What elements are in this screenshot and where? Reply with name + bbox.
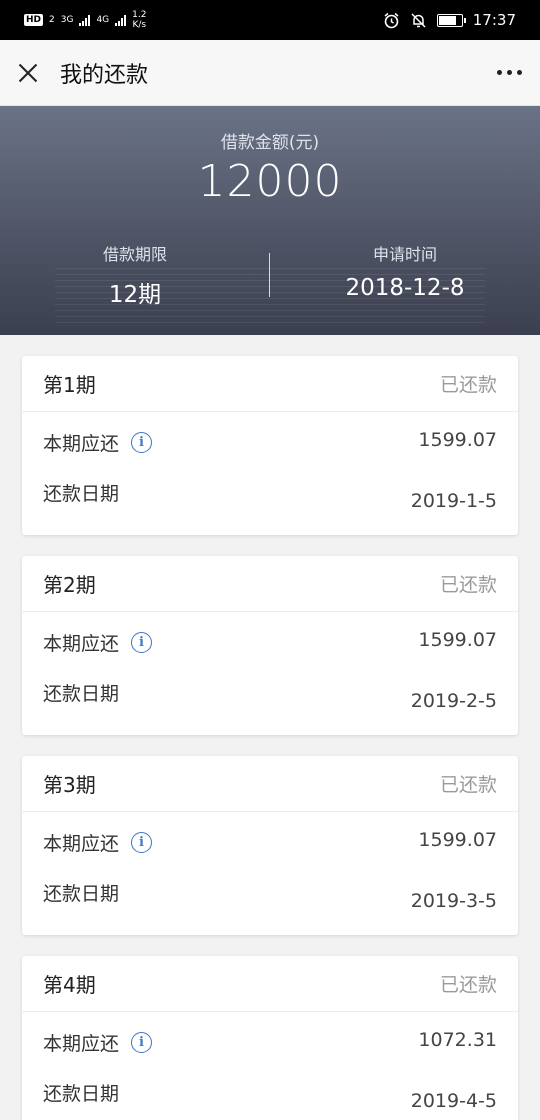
apply-date-label: 申请时间 bbox=[372, 245, 437, 264]
nav-bar: 我的还款 bbox=[0, 40, 540, 106]
card-header: 第3期 已还款 bbox=[22, 756, 518, 812]
repay-date: 2019-2-5 bbox=[410, 690, 497, 712]
period-label: 第4期 bbox=[43, 973, 96, 997]
loan-summary: 借款金额(元) 12000 借款期限 12期 申请时间 2018-12-8 bbox=[0, 106, 540, 335]
date-row: 还款日期 2019-2-5 bbox=[43, 680, 497, 713]
due-amount: 1072.31 bbox=[418, 1029, 497, 1051]
card-header: 第1期 已还款 bbox=[22, 356, 518, 412]
card-header: 第4期 已还款 bbox=[22, 956, 518, 1012]
installment-list: 第1期 已还款 本期应还 i 1599.07 还款日期 2019-1-5 第2期 … bbox=[0, 335, 540, 1120]
battery-icon bbox=[436, 13, 466, 27]
due-row: 本期应还 i 1599.07 bbox=[43, 829, 497, 856]
card-body: 本期应还 i 1599.07 还款日期 2019-3-5 bbox=[22, 812, 518, 934]
card-body: 本期应还 i 1599.07 还款日期 2019-1-5 bbox=[22, 412, 518, 534]
signal-icon bbox=[79, 14, 91, 26]
loan-stats: 借款期限 12期 申请时间 2018-12-8 bbox=[0, 241, 540, 309]
status-badge: 已还款 bbox=[439, 574, 497, 596]
due-row: 本期应还 i 1599.07 bbox=[43, 429, 497, 456]
status-bar: HD 2 3G 4G 1.2 K/s 17:37 bbox=[0, 0, 540, 40]
due-amount: 1599.07 bbox=[418, 829, 497, 851]
status-badge: 已还款 bbox=[439, 374, 497, 396]
due-row: 本期应还 i 1599.07 bbox=[43, 629, 497, 656]
battery-fill bbox=[438, 15, 456, 25]
repay-date-label: 还款日期 bbox=[43, 482, 120, 505]
date-row: 还款日期 2019-4-5 bbox=[43, 1080, 497, 1113]
bell-off-icon bbox=[411, 12, 426, 28]
installment-card[interactable]: 第3期 已还款 本期应还 i 1599.07 还款日期 2019-3-5 bbox=[22, 756, 518, 935]
term-label: 借款期限 bbox=[102, 245, 167, 264]
due-label-text: 本期应还 bbox=[43, 633, 120, 655]
status-time: 17:37 bbox=[472, 11, 516, 29]
period-label: 第2期 bbox=[43, 573, 96, 597]
due-label: 本期应还 i bbox=[43, 1029, 153, 1056]
info-icon[interactable]: i bbox=[131, 1032, 153, 1053]
term-stat: 借款期限 12期 bbox=[0, 241, 270, 309]
network-speed: 1.2 K/s bbox=[132, 10, 146, 30]
repay-date: 2019-3-5 bbox=[410, 890, 497, 912]
repay-date-label: 还款日期 bbox=[43, 682, 120, 705]
signal-icon bbox=[115, 14, 127, 26]
alarm-icon bbox=[384, 12, 399, 28]
status-left: HD 2 3G 4G 1.2 K/s bbox=[24, 10, 146, 30]
period-label: 第1期 bbox=[43, 373, 96, 397]
due-label: 本期应还 i bbox=[43, 629, 153, 656]
due-row: 本期应还 i 1072.31 bbox=[43, 1029, 497, 1056]
status-right: 17:37 bbox=[383, 11, 516, 29]
due-label-text: 本期应还 bbox=[43, 433, 120, 455]
due-label-text: 本期应还 bbox=[43, 1033, 120, 1055]
info-icon[interactable]: i bbox=[131, 832, 153, 853]
loan-amount: 12000 bbox=[197, 156, 343, 207]
network-3g-label: 3G bbox=[60, 15, 74, 25]
date-row: 还款日期 2019-1-5 bbox=[43, 480, 497, 513]
card-body: 本期应还 i 1599.07 还款日期 2019-2-5 bbox=[22, 612, 518, 734]
repay-date: 2019-4-5 bbox=[410, 1090, 497, 1112]
installment-card[interactable]: 第4期 已还款 本期应还 i 1072.31 还款日期 2019-4-5 bbox=[22, 956, 518, 1120]
due-label-text: 本期应还 bbox=[43, 833, 120, 855]
network-4g-label: 4G bbox=[96, 15, 110, 25]
status-badge: 已还款 bbox=[439, 774, 497, 796]
installment-card[interactable]: 第1期 已还款 本期应还 i 1599.07 还款日期 2019-1-5 bbox=[22, 356, 518, 535]
date-row: 还款日期 2019-3-5 bbox=[43, 880, 497, 913]
apply-date-value: 2018-12-8 bbox=[345, 275, 465, 301]
stat-divider bbox=[269, 253, 270, 297]
speed-value: 1.2 bbox=[132, 10, 147, 20]
due-label: 本期应还 i bbox=[43, 829, 153, 856]
speed-unit: K/s bbox=[132, 20, 147, 30]
installment-card[interactable]: 第2期 已还款 本期应还 i 1599.07 还款日期 2019-2-5 bbox=[22, 556, 518, 735]
hd-badge: HD bbox=[24, 14, 44, 26]
status-badge: 已还款 bbox=[439, 974, 497, 996]
due-label: 本期应还 i bbox=[43, 429, 153, 456]
info-icon[interactable]: i bbox=[131, 432, 153, 453]
due-amount: 1599.07 bbox=[418, 629, 497, 651]
amount-label: 借款金额(元) bbox=[220, 133, 320, 153]
due-amount: 1599.07 bbox=[418, 429, 497, 451]
info-icon[interactable]: i bbox=[131, 632, 153, 653]
date-stat: 申请时间 2018-12-8 bbox=[270, 241, 540, 309]
term-value: 12期 bbox=[108, 282, 162, 308]
card-header: 第2期 已还款 bbox=[22, 556, 518, 612]
repay-date-label: 还款日期 bbox=[43, 882, 120, 905]
sim-indicator: 2 bbox=[49, 15, 55, 25]
card-body: 本期应还 i 1072.31 还款日期 2019-4-5 bbox=[22, 1012, 518, 1120]
repay-date-label: 还款日期 bbox=[43, 1082, 120, 1105]
repay-date: 2019-1-5 bbox=[410, 490, 497, 512]
page-title: 我的还款 bbox=[60, 62, 149, 88]
period-label: 第3期 bbox=[43, 773, 96, 797]
close-icon[interactable] bbox=[16, 61, 40, 85]
more-icon[interactable] bbox=[497, 64, 522, 81]
